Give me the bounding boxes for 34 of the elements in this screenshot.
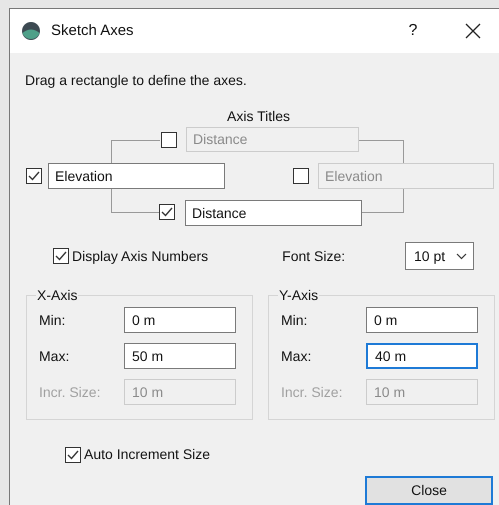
close-dialog-button[interactable]: Close <box>365 476 493 505</box>
help-button[interactable]: ? <box>393 19 433 43</box>
app-icon <box>21 21 41 41</box>
value-field[interactable]: 40 m <box>366 343 478 369</box>
checkmark-icon <box>55 251 67 261</box>
field-label: Incr. Size: <box>39 382 102 402</box>
font-size-dropdown[interactable]: 10 pt <box>405 242 474 270</box>
checkbox[interactable] <box>159 204 175 220</box>
checkbox[interactable] <box>26 168 42 184</box>
close-icon <box>465 23 481 39</box>
field-label: Min: <box>281 310 308 330</box>
window-title: Sketch Axes <box>51 20 134 41</box>
checkmark-icon <box>67 450 79 460</box>
axis-titles-label: Axis Titles <box>227 107 290 126</box>
field-label: Max: <box>39 346 70 366</box>
value-field[interactable]: 50 m <box>124 343 236 369</box>
title-field[interactable]: Distance <box>185 200 362 226</box>
checkbox[interactable] <box>161 132 177 148</box>
checkbox[interactable] <box>65 446 81 462</box>
checkbox[interactable] <box>53 248 69 264</box>
value-field[interactable]: 0 m <box>366 307 478 333</box>
value-field[interactable]: 0 m <box>124 307 236 333</box>
checkbox-label: Auto Increment Size <box>84 445 210 464</box>
field-label: Max: <box>281 346 312 366</box>
chevron-down-icon <box>456 252 467 260</box>
instruction-text: Drag a rectangle to define the axes. <box>25 71 247 90</box>
field-label: Min: <box>39 310 66 330</box>
checkmark-icon <box>28 171 40 181</box>
field-label: Incr. Size: <box>281 382 344 402</box>
font-size-label: Font Size: <box>282 246 346 266</box>
checkbox-label: Display Axis Numbers <box>72 246 208 266</box>
checkmark-icon <box>161 207 173 217</box>
title-field[interactable]: Elevation <box>48 163 225 189</box>
checkbox[interactable] <box>293 168 309 184</box>
